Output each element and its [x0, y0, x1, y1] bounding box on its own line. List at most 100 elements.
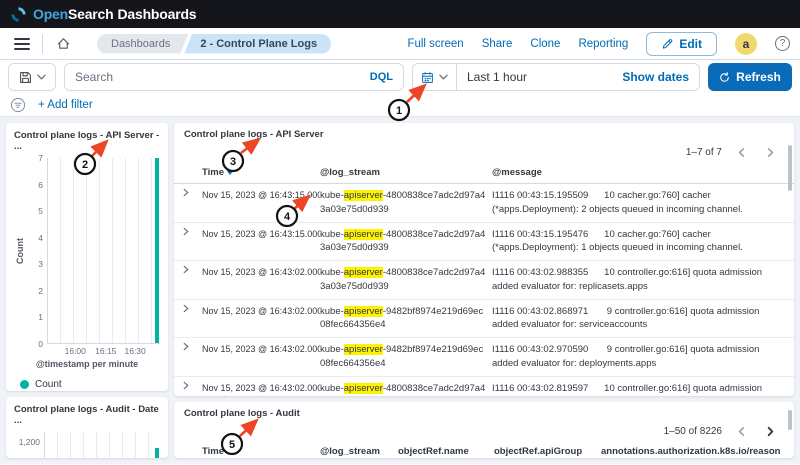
reporting-link[interactable]: Reporting	[578, 38, 628, 50]
expand-row-button[interactable]	[182, 377, 202, 396]
panel-title: Control plane logs - API Server - ...	[14, 130, 160, 152]
cell-log-stream: kube-apiserver-9482bf8974e219d69ec08fec6…	[320, 338, 492, 376]
refresh-button[interactable]: Refresh	[708, 63, 792, 91]
dql-button[interactable]: DQL	[370, 71, 393, 83]
add-filter-button[interactable]: + Add filter	[38, 99, 93, 111]
panel-title: Control plane logs - Audit - Date ...	[14, 404, 160, 426]
table-header: Time @log_stream objectRef.name objectRe…	[174, 443, 794, 458]
y-tick: 2	[38, 286, 43, 296]
refresh-button-label: Refresh	[736, 70, 781, 84]
y-tick: 0	[38, 339, 43, 349]
filter-icon[interactable]	[10, 97, 26, 113]
chevron-left-icon	[736, 426, 747, 437]
highlighted-term: apiserver	[344, 229, 383, 240]
share-link[interactable]: Share	[482, 38, 513, 50]
cell-log-stream: kube-apiserver-4800838ce7adc2d97a43a03e7…	[320, 261, 492, 299]
plot-area[interactable]	[47, 158, 160, 344]
y-tick: 5	[38, 206, 43, 216]
audit-histogram: 1,200 1,000	[14, 432, 160, 458]
cell-time: Nov 15, 2023 @ 16:43:02.000	[202, 377, 320, 396]
full-screen-link[interactable]: Full screen	[407, 38, 463, 50]
opensearch-logo[interactable]: OpenSearchDashboards	[10, 6, 196, 23]
date-quick-select-button[interactable]	[413, 64, 457, 90]
chevron-right-icon	[182, 265, 190, 274]
prev-page-button[interactable]	[732, 426, 751, 437]
pagination: 1–7 of 7	[174, 140, 794, 164]
help-icon[interactable]: ?	[775, 36, 790, 51]
panel-title: Control plane logs - API Server	[184, 129, 784, 140]
saved-query-button[interactable]	[8, 63, 56, 91]
column-objectref-apigroup[interactable]: objectRef.apiGroup	[494, 443, 601, 458]
cell-message: I1116 00:43:15.195476 10 cacher.go:760] …	[492, 223, 786, 261]
column-time[interactable]: Time	[202, 164, 320, 183]
query-bar: DQL Last 1 hour Show dates Refresh	[0, 60, 800, 94]
histogram-bar[interactable]	[155, 448, 159, 458]
save-icon	[19, 71, 32, 84]
cell-time: Nov 15, 2023 @ 16:43:02.000	[202, 300, 320, 323]
scrollbar-thumb[interactable]	[788, 410, 792, 430]
y-axis-ticks: 1,200 1,000	[14, 432, 44, 458]
avatar[interactable]: a	[735, 33, 757, 55]
next-page-button[interactable]	[761, 426, 780, 437]
plot-area[interactable]	[44, 432, 160, 458]
show-dates-button[interactable]: Show dates	[622, 70, 699, 84]
breadcrumb-current-dashboard: 2 - Control Plane Logs	[184, 34, 331, 54]
menu-button[interactable]	[10, 32, 34, 56]
chart-legend[interactable]: Count	[14, 379, 160, 390]
search-input[interactable]	[75, 70, 362, 84]
expand-row-button[interactable]	[182, 184, 202, 207]
search-field: DQL	[64, 63, 404, 91]
column-message[interactable]: @message	[492, 164, 786, 183]
breadcrumb-dashboards[interactable]: Dashboards	[97, 34, 188, 54]
navbar: Dashboards 2 - Control Plane Logs Full s…	[0, 28, 800, 60]
cell-message: I1116 00:43:02.988355 10 controller.go:6…	[492, 261, 786, 299]
home-button[interactable]	[51, 32, 75, 56]
opensearch-logo-icon	[10, 6, 27, 23]
chevron-right-icon	[182, 381, 190, 390]
api-server-histogram: Count 7 6 5 4 3 2 1 0	[14, 158, 160, 344]
expand-row-button[interactable]	[182, 223, 202, 246]
histogram-bar[interactable]	[155, 158, 159, 343]
column-objectref-name[interactable]: objectRef.name	[398, 443, 494, 458]
divider	[42, 34, 43, 54]
expand-row-button[interactable]	[182, 338, 202, 361]
edit-button[interactable]: Edit	[646, 32, 717, 56]
time-range-value[interactable]: Last 1 hour	[457, 70, 527, 84]
panel-api-server-chart: Control plane logs - API Server - ... Co…	[6, 123, 168, 391]
y-tick: 1	[38, 312, 43, 322]
y-tick: 1,200	[19, 437, 40, 447]
cell-log-stream: kube-apiserver-9482bf8974e219d69ec08fec6…	[320, 300, 492, 338]
prev-page-button[interactable]	[732, 147, 751, 158]
clone-link[interactable]: Clone	[530, 38, 560, 50]
chevron-down-icon	[37, 74, 46, 80]
highlighted-term: apiserver	[344, 344, 383, 355]
sort-desc-icon	[227, 171, 233, 175]
scrollbar-thumb[interactable]	[788, 145, 792, 191]
filter-bar: + Add filter	[0, 94, 800, 117]
column-log-stream[interactable]: @log_stream	[320, 164, 492, 183]
next-page-button[interactable]	[761, 147, 780, 158]
highlighted-term: apiserver	[344, 267, 383, 278]
edit-button-label: Edit	[679, 37, 702, 51]
cell-time: Nov 15, 2023 @ 16:43:15.000	[202, 223, 320, 246]
cell-log-stream: kube-apiserver-4800838ce7adc2d97a43a03e7…	[320, 223, 492, 261]
chevron-left-icon	[736, 147, 747, 158]
column-time[interactable]: Time	[202, 443, 320, 458]
table-row: Nov 15, 2023 @ 16:43:02.000 kube-apiserv…	[174, 261, 794, 300]
column-annotations-reason[interactable]: annotations.authorization.k8s.io/reason	[601, 443, 786, 458]
date-picker: Last 1 hour Show dates	[412, 63, 700, 91]
x-tick: 16:15	[95, 346, 116, 356]
calendar-icon	[421, 71, 434, 84]
column-log-stream[interactable]: @log_stream	[320, 443, 398, 458]
hamburger-icon	[14, 37, 30, 51]
y-tick: 4	[38, 233, 43, 243]
expand-row-button[interactable]	[182, 300, 202, 323]
cell-log-stream: kube-apiserver-4800838ce7adc2d97a43a03e7…	[320, 377, 492, 396]
breadcrumb: Dashboards 2 - Control Plane Logs	[97, 34, 331, 54]
brand-dashboards: Dashboards	[117, 6, 196, 22]
x-tick: 16:00	[65, 346, 86, 356]
expand-row-button[interactable]	[182, 261, 202, 284]
legend-swatch	[20, 380, 29, 389]
pagination-range: 1–7 of 7	[686, 147, 722, 158]
home-icon	[56, 36, 71, 51]
